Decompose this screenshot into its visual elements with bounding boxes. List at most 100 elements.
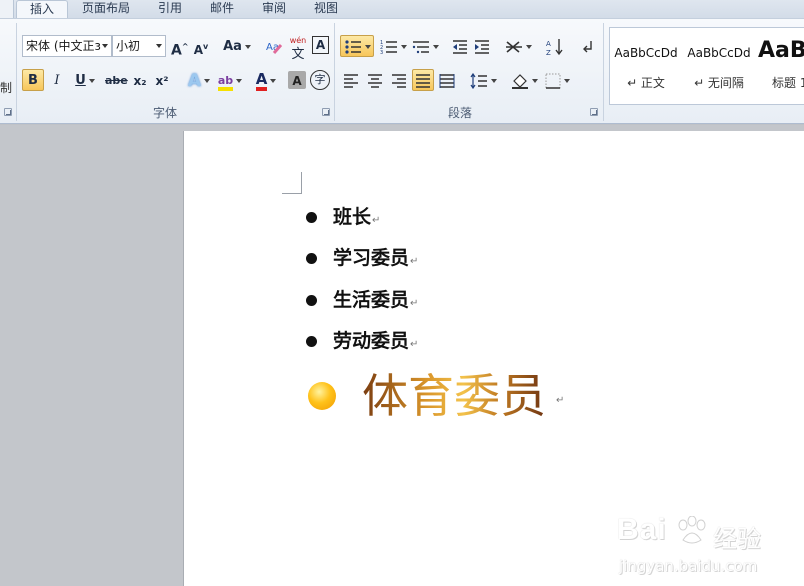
decrease-indent-icon bbox=[453, 39, 467, 54]
svg-text:A: A bbox=[546, 40, 551, 48]
character-border-button[interactable]: A bbox=[312, 36, 329, 54]
margin-corner-mark bbox=[282, 172, 302, 194]
font-size-combo[interactable]: 小初 bbox=[112, 35, 166, 57]
font-dialog-launcher-icon[interactable] bbox=[322, 108, 330, 116]
paragraph-mark-icon bbox=[583, 40, 592, 52]
sort-button[interactable]: AZ bbox=[544, 35, 566, 57]
style-sample-text: AaBbCcDd bbox=[687, 46, 751, 60]
subscript-icon: x₂ bbox=[133, 74, 147, 88]
superscript-icon: x² bbox=[155, 74, 169, 88]
font-name-combo[interactable]: 宋体 (中文正ɜ bbox=[22, 35, 112, 57]
bullets-button[interactable] bbox=[340, 35, 374, 57]
group-separator bbox=[16, 23, 17, 121]
decrease-indent-button[interactable] bbox=[450, 35, 470, 57]
baidu-jingyan-watermark: Bai 经验 jingyan.baidu.com bbox=[617, 513, 792, 583]
chevron-down-icon bbox=[432, 44, 439, 49]
underline-button[interactable]: U bbox=[70, 69, 100, 91]
chinese-layout-icon bbox=[505, 40, 522, 53]
chinese-layout-button[interactable] bbox=[502, 35, 534, 57]
italic-button[interactable]: I bbox=[48, 69, 66, 91]
justify-button[interactable] bbox=[412, 69, 434, 91]
tab-mailings[interactable]: 邮件 bbox=[202, 0, 242, 18]
style-normal[interactable]: AaBbCcDd ↵ 正文 bbox=[610, 28, 682, 106]
font-color-button[interactable]: A bbox=[250, 69, 282, 91]
numbered-list-icon: 123 bbox=[380, 40, 397, 55]
change-case-button[interactable]: Aa bbox=[222, 35, 252, 57]
text-effects-button[interactable]: A bbox=[184, 69, 214, 91]
align-left-button[interactable] bbox=[340, 69, 362, 91]
strikethrough-icon: abe bbox=[105, 74, 128, 87]
bullet-icon bbox=[306, 212, 317, 223]
font-color-icon: A bbox=[255, 72, 268, 91]
multilevel-list-button[interactable] bbox=[410, 35, 440, 57]
chevron-down-icon bbox=[102, 44, 108, 48]
gold-bullet-icon bbox=[308, 382, 336, 410]
font-size-value: 小初 bbox=[116, 39, 141, 53]
line-spacing-button[interactable] bbox=[468, 69, 498, 91]
underline-icon: U bbox=[75, 73, 86, 88]
styles-gallery: AaBbCcDd ↵ 正文 AaBbCcDd ↵ 无间隔 AaBl 标题 1 bbox=[609, 27, 804, 105]
line-spacing-icon bbox=[470, 72, 487, 89]
style-no-spacing[interactable]: AaBbCcDd ↵ 无间隔 bbox=[682, 28, 756, 106]
highlight-color-button[interactable]: ab bbox=[214, 69, 246, 91]
align-left-icon bbox=[344, 73, 358, 88]
chevron-down-icon bbox=[88, 78, 95, 83]
clipboard-format-painter-label[interactable]: 制 bbox=[0, 79, 12, 96]
grow-font-button[interactable]: A^ bbox=[170, 35, 189, 59]
tab-home-partial[interactable] bbox=[0, 0, 14, 18]
superscript-button[interactable]: x² bbox=[152, 69, 172, 91]
chevron-down-icon bbox=[490, 78, 497, 83]
shading-button[interactable] bbox=[508, 69, 540, 91]
shrink-font-button[interactable]: Av bbox=[192, 35, 210, 57]
style-sample-text: AaBbCcDd bbox=[614, 46, 678, 60]
numbering-button[interactable]: 123 bbox=[378, 35, 408, 57]
tab-insert[interactable]: 插入 bbox=[16, 0, 68, 18]
enclose-characters-button[interactable]: 字 bbox=[310, 70, 330, 90]
pinyin-char-icon: 文 bbox=[291, 47, 305, 62]
watermark-cn-text: 经验 bbox=[713, 525, 761, 553]
style-name-label: 标题 1 bbox=[772, 76, 804, 90]
chevron-down-icon bbox=[364, 44, 371, 49]
borders-button[interactable] bbox=[542, 69, 572, 91]
align-right-button[interactable] bbox=[388, 69, 410, 91]
group-separator bbox=[334, 23, 335, 121]
increase-indent-button[interactable] bbox=[472, 35, 492, 57]
italic-icon: I bbox=[54, 73, 60, 88]
character-border-icon: A bbox=[315, 38, 326, 52]
subscript-button[interactable]: x₂ bbox=[130, 69, 150, 91]
align-center-button[interactable] bbox=[364, 69, 386, 91]
list-item-text: 劳动委员↵ bbox=[333, 330, 419, 352]
bold-button[interactable]: B bbox=[22, 69, 44, 91]
list-item-text: 学习委员↵ bbox=[333, 247, 419, 269]
tab-references[interactable]: 引用 bbox=[150, 0, 190, 18]
sort-az-icon: AZ bbox=[546, 38, 563, 56]
clipboard-launcher-icon[interactable] bbox=[4, 108, 12, 116]
list-item-text: 班长↵ bbox=[333, 206, 381, 228]
chevron-down-icon bbox=[400, 44, 407, 49]
tab-page-layout[interactable]: 页面布局 bbox=[76, 0, 136, 18]
character-shading-icon: A bbox=[292, 74, 302, 88]
paragraph-dialog-launcher-icon[interactable] bbox=[590, 108, 598, 116]
strikethrough-button[interactable]: abe bbox=[104, 69, 128, 91]
grow-font-icon: A bbox=[171, 42, 182, 59]
pinyin-guide-button[interactable]: wén 文 bbox=[288, 33, 308, 62]
ribbon: 制 宋体 (中文正ɜ 小初 A^ Av Aa Aa wén 文 A B I U … bbox=[0, 18, 804, 124]
align-right-icon bbox=[392, 73, 406, 88]
style-heading-1[interactable]: AaBl 标题 1 bbox=[758, 28, 804, 106]
enclose-characters-icon: 字 bbox=[314, 73, 326, 86]
distributed-button[interactable] bbox=[436, 69, 458, 91]
chevron-down-icon bbox=[270, 78, 277, 83]
tab-review[interactable]: 审阅 bbox=[254, 0, 294, 18]
character-shading-button[interactable]: A bbox=[288, 71, 306, 89]
chevron-down-icon bbox=[244, 44, 251, 49]
chevron-down-icon bbox=[236, 78, 243, 83]
chevron-down-icon bbox=[525, 44, 532, 49]
style-name-label: ↵ 正文 bbox=[627, 76, 665, 90]
paint-bucket-icon bbox=[511, 73, 528, 89]
tab-view[interactable]: 视图 bbox=[306, 0, 346, 18]
increase-indent-icon bbox=[475, 39, 489, 54]
show-formatting-marks-button[interactable] bbox=[578, 35, 598, 57]
clear-format-button[interactable]: Aa bbox=[264, 35, 284, 57]
paw-logo-icon bbox=[678, 516, 706, 544]
bullet-icon bbox=[306, 336, 317, 347]
